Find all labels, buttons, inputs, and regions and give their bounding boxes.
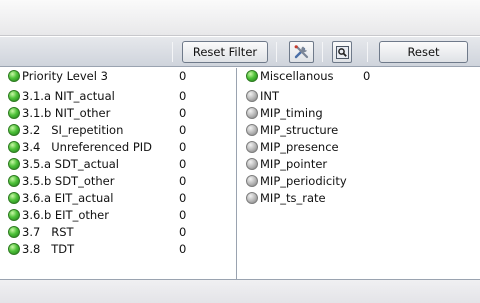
- status-ok-icon: [8, 208, 20, 221]
- group-count: 0: [363, 69, 371, 83]
- status-inactive-icon: [246, 157, 258, 170]
- list-item-count: 0: [179, 174, 187, 188]
- list-item-count: 0: [179, 140, 187, 154]
- list-item-label: 3.5.a SDT_actual: [22, 156, 119, 171]
- list-item[interactable]: MIP_structure: [246, 122, 338, 137]
- toolbar-separator: [367, 42, 368, 62]
- list-item[interactable]: 3.2 SI_repetition: [8, 122, 123, 137]
- list-item[interactable]: 3.7 RST: [8, 224, 74, 239]
- status-ok-icon: [8, 106, 20, 119]
- status-inactive-icon: [246, 106, 258, 119]
- list-item-label: 3.6.a EIT_actual: [22, 190, 114, 205]
- status-inactive-icon: [246, 123, 258, 136]
- list-item-label: 3.6.b EIT_other: [22, 207, 109, 222]
- list-item-label: MIP_presence: [260, 139, 339, 154]
- list-item[interactable]: 3.5.a SDT_actual: [8, 156, 119, 171]
- toolbar-separator: [322, 42, 323, 62]
- list-item[interactable]: INT: [246, 88, 279, 103]
- zoom-icon: [335, 45, 349, 59]
- status-ok-icon: [8, 123, 20, 136]
- list-item-label: 3.2 SI_repetition: [22, 122, 124, 137]
- list-item-count: 0: [179, 89, 187, 103]
- list-item[interactable]: 3.6.b EIT_other: [8, 207, 109, 222]
- list-item[interactable]: 3.1.b NIT_other: [8, 105, 110, 120]
- list-item-count: 0: [179, 157, 187, 171]
- miscellanous-panel: Miscellanous 0 INT MIP_timing MIP_struct…: [238, 68, 480, 279]
- status-inactive-icon: [246, 140, 258, 153]
- list-item-label: 3.5.b SDT_other: [22, 173, 115, 188]
- tools-button[interactable]: [289, 41, 314, 63]
- list-item-count: 0: [179, 106, 187, 120]
- list-item-label: MIP_structure: [260, 122, 339, 137]
- group-label: Miscellanous: [260, 68, 334, 83]
- list-item-label: 3.1.b NIT_other: [22, 105, 111, 120]
- reset-button[interactable]: Reset: [379, 41, 468, 63]
- reset-filter-button[interactable]: Reset Filter: [182, 41, 268, 63]
- list-item[interactable]: MIP_ts_rate: [246, 190, 326, 205]
- list-item-count: 0: [179, 123, 187, 137]
- list-item[interactable]: 3.4 Unreferenced PID: [8, 139, 152, 154]
- list-item-label: MIP_periodicity: [260, 173, 347, 188]
- toolbar-separator: [172, 42, 173, 62]
- list-item[interactable]: MIP_presence: [246, 139, 339, 154]
- list-item[interactable]: 3.8 TDT: [8, 241, 74, 256]
- list-item-count: 0: [179, 191, 187, 205]
- zoom-button[interactable]: [332, 41, 352, 63]
- status-inactive-icon: [246, 174, 258, 187]
- list-item-label: MIP_pointer: [260, 156, 328, 171]
- list-item-label: 3.1.a NIT_actual: [22, 88, 115, 103]
- tools-icon: [294, 45, 308, 59]
- list-item[interactable]: 3.6.a EIT_actual: [8, 190, 114, 205]
- status-ok-icon: [8, 140, 20, 153]
- status-ok-icon: [8, 191, 20, 204]
- window-header-bar: [0, 0, 480, 36]
- status-ok-icon: [8, 225, 20, 238]
- group-label: Priority Level 3: [22, 68, 108, 83]
- toolbar-separator: [276, 42, 277, 62]
- list-header-priority-level-3[interactable]: Priority Level 3: [8, 68, 108, 83]
- status-inactive-icon: [246, 89, 258, 102]
- status-ok-icon: [8, 69, 20, 82]
- list-item[interactable]: 3.1.a NIT_actual: [8, 88, 115, 103]
- list-item-count: 0: [179, 225, 187, 239]
- toolbar: Reset Filter Reset: [0, 37, 480, 67]
- list-item[interactable]: MIP_periodicity: [246, 173, 347, 188]
- list-item[interactable]: 3.5.b SDT_other: [8, 173, 114, 188]
- list-item[interactable]: MIP_pointer: [246, 156, 327, 171]
- list-item-count: 0: [179, 208, 187, 222]
- status-bar: [0, 279, 480, 303]
- list-item-label: INT: [260, 88, 280, 103]
- list-item-label: 3.8 TDT: [22, 241, 75, 256]
- group-count: 0: [179, 69, 187, 83]
- priority-level-3-panel: Priority Level 3 0 3.1.a NIT_actual 0 3.…: [0, 68, 237, 279]
- status-ok-icon: [8, 89, 20, 102]
- status-ok-icon: [8, 157, 20, 170]
- status-ok-icon: [246, 69, 258, 82]
- status-ok-icon: [8, 174, 20, 187]
- list-item-label: MIP_ts_rate: [260, 190, 326, 205]
- list-header-miscellanous[interactable]: Miscellanous: [246, 68, 334, 83]
- list-item-label: 3.4 Unreferenced PID: [22, 139, 153, 154]
- list-item[interactable]: MIP_timing: [246, 105, 323, 120]
- status-ok-icon: [8, 242, 20, 255]
- list-item-count: 0: [179, 242, 187, 256]
- list-item-label: 3.7 RST: [22, 224, 74, 239]
- list-item-label: MIP_timing: [260, 105, 323, 120]
- status-inactive-icon: [246, 191, 258, 204]
